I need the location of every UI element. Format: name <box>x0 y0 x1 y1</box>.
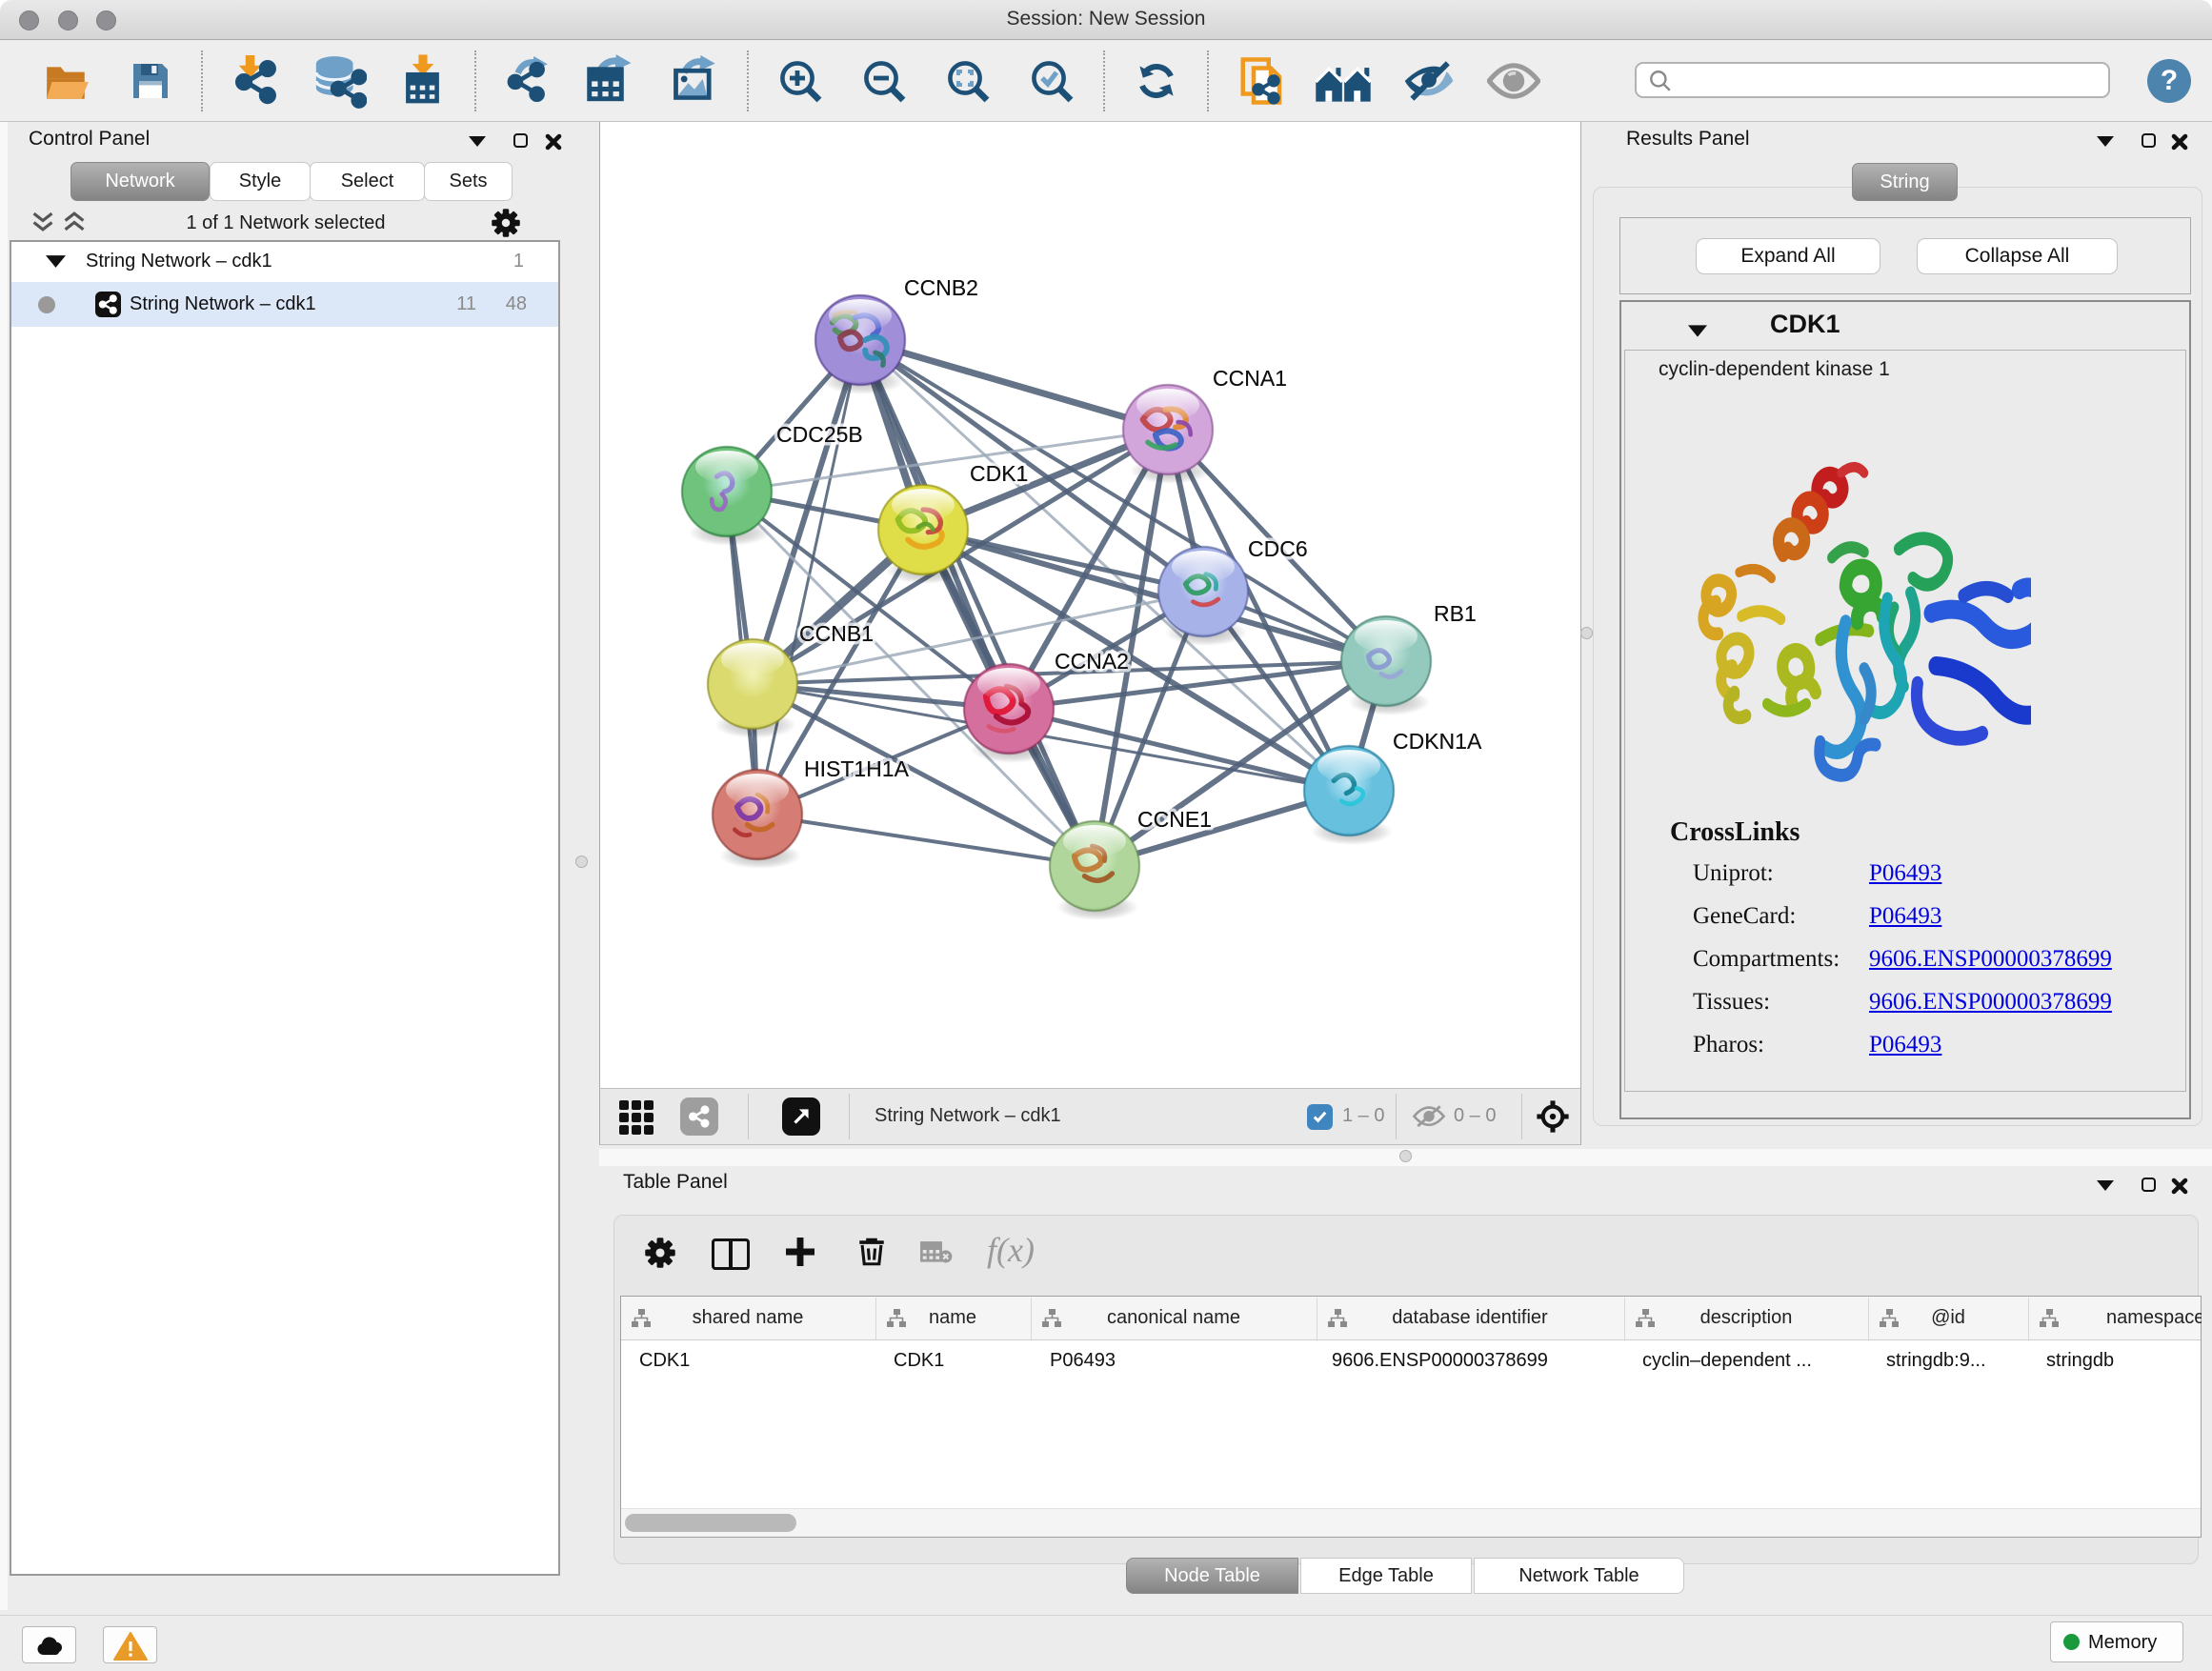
svg-text:CDC6: CDC6 <box>1248 536 1308 561</box>
svg-text:CCNA1: CCNA1 <box>1213 366 1287 391</box>
svg-text:CCNA2: CCNA2 <box>1055 649 1129 674</box>
svg-text:CCNB1: CCNB1 <box>799 621 874 646</box>
svg-text:CCNE1: CCNE1 <box>1137 807 1212 832</box>
svg-text:CDK1: CDK1 <box>970 461 1028 486</box>
svg-text:CCNB2: CCNB2 <box>904 275 978 300</box>
svg-text:RB1: RB1 <box>1434 601 1477 626</box>
svg-text:CDKN1A: CDKN1A <box>1393 729 1482 754</box>
svg-text:CDC25B: CDC25B <box>776 422 863 447</box>
svg-text:HIST1H1A: HIST1H1A <box>804 756 910 781</box>
